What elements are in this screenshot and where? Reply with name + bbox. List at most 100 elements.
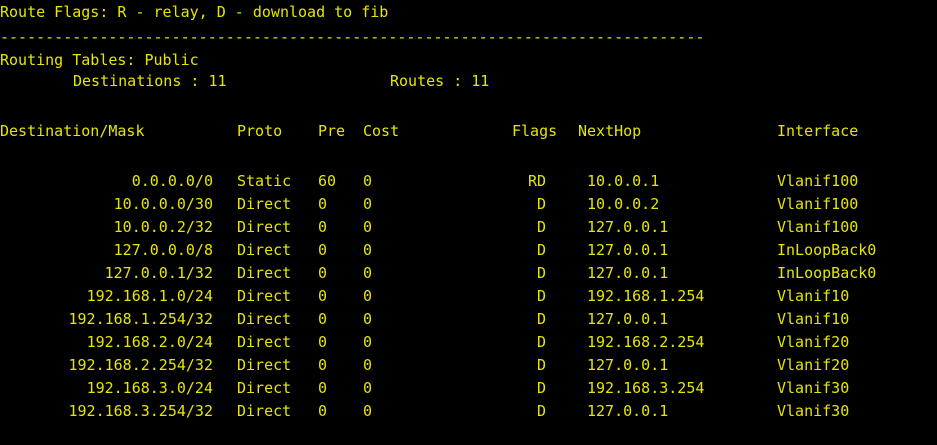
cell-cost: 0 <box>363 241 373 259</box>
table-row: 10.0.0.0/30 Direct 0 0 D 10.0.0.2 Vlanif100 <box>0 194 937 215</box>
terminal-window: Route Flags: R - relay, D - download to … <box>0 0 937 445</box>
cell-flags: D <box>536 402 546 420</box>
cell-cost: 0 <box>363 402 373 420</box>
cell-flags: D <box>536 287 546 305</box>
table-row: 192.168.2.254/32 Direct 0 0 D 127.0.0.1 Vlanif… <box>0 355 937 376</box>
column-header-proto: Proto <box>237 122 283 140</box>
cell-proto: Direct <box>237 356 292 374</box>
table-row: 0.0.0.0/0 Static 60 0 RD 10.0.0.1 Vlanif100 <box>0 171 937 192</box>
cell-destination: 192.168.3.254/32 <box>68 402 214 420</box>
cell-interface: InLoopBack0 <box>777 241 877 259</box>
cell-nexthop: 10.0.0.2 <box>587 195 660 213</box>
cell-proto: Direct <box>237 241 292 259</box>
cell-nexthop: 192.168.2.254 <box>587 333 705 351</box>
cell-flags: D <box>536 333 546 351</box>
cell-flags: D <box>536 264 546 282</box>
table-row: 192.168.1.0/24 Direct 0 0 D 192.168.1.254 Vlan… <box>0 286 937 307</box>
table-row: 127.0.0.0/8 Direct 0 0 D 127.0.0.1 InLoopBack0 <box>0 240 937 261</box>
cell-nexthop: 127.0.0.1 <box>587 402 669 420</box>
cell-pre: 0 <box>318 310 328 328</box>
cell-nexthop: 10.0.0.1 <box>587 172 660 190</box>
cell-proto: Direct <box>237 310 292 328</box>
cell-proto: Direct <box>237 287 292 305</box>
cell-nexthop: 127.0.0.1 <box>587 356 669 374</box>
cell-interface: Vlanif10 <box>777 310 850 328</box>
cell-flags: D <box>536 356 546 374</box>
cell-interface: Vlanif100 <box>777 172 859 190</box>
table-row: 192.168.1.254/32 Direct 0 0 D 127.0.0.1 Vlanif… <box>0 309 937 330</box>
cell-destination: 192.168.2.254/32 <box>68 356 214 374</box>
cell-cost: 0 <box>363 310 373 328</box>
routing-tables-title: Routing Tables: Public <box>0 51 199 69</box>
cell-flags: RD <box>527 172 546 190</box>
route-flags-legend: Route Flags: R - relay, D - download to … <box>0 3 389 21</box>
cell-pre: 0 <box>318 264 328 282</box>
column-header-nexthop: NextHop <box>578 122 642 140</box>
cell-destination: 10.0.0.2/32 <box>113 218 213 236</box>
cell-pre: 0 <box>318 402 328 420</box>
cell-destination: 192.168.3.0/24 <box>86 379 213 397</box>
cell-flags: D <box>536 379 546 397</box>
cell-pre: 0 <box>318 333 328 351</box>
cell-proto: Direct <box>237 264 292 282</box>
cell-destination: 0.0.0.0/0 <box>131 172 213 190</box>
cell-interface: Vlanif20 <box>777 356 850 374</box>
column-header-pre: Pre <box>318 122 346 140</box>
cell-flags: D <box>536 310 546 328</box>
cell-pre: 0 <box>318 195 328 213</box>
cell-flags: D <box>536 241 546 259</box>
cell-destination: 127.0.0.0/8 <box>113 241 213 259</box>
cell-destination: 10.0.0.0/30 <box>113 195 213 213</box>
table-row: 192.168.2.0/24 Direct 0 0 D 192.168.2.254 Vlan… <box>0 332 937 353</box>
column-header-cost: Cost <box>363 122 400 140</box>
cell-cost: 0 <box>363 218 373 236</box>
cell-nexthop: 127.0.0.1 <box>587 310 669 328</box>
table-row: 192.168.3.254/32 Direct 0 0 D 127.0.0.1 Vlanif… <box>0 401 937 422</box>
cell-flags: D <box>536 195 546 213</box>
cell-pre: 0 <box>318 356 328 374</box>
cell-destination: 127.0.0.1/32 <box>104 264 213 282</box>
cell-cost: 0 <box>363 195 373 213</box>
cell-nexthop: 192.168.1.254 <box>587 287 705 305</box>
cell-interface: Vlanif20 <box>777 333 850 351</box>
cell-pre: 60 <box>318 172 337 190</box>
cell-proto: Direct <box>237 333 292 351</box>
cell-cost: 0 <box>363 172 373 190</box>
destinations-count: Destinations : 11 <box>73 72 227 90</box>
cell-flags: D <box>536 218 546 236</box>
cell-destination: 192.168.1.254/32 <box>68 310 214 328</box>
table-header: Destination/Mask Proto Pre Cost Flags Ne… <box>0 121 937 142</box>
table-row: 10.0.0.2/32 Direct 0 0 D 127.0.0.1 Vlanif100 <box>0 217 937 238</box>
cell-interface: Vlanif100 <box>777 195 859 213</box>
cell-cost: 0 <box>363 379 373 397</box>
cell-proto: Direct <box>237 195 292 213</box>
cell-interface: Vlanif10 <box>777 287 850 305</box>
cell-nexthop: 192.168.3.254 <box>587 379 705 397</box>
cell-proto: Direct <box>237 379 292 397</box>
cell-cost: 0 <box>363 264 373 282</box>
separator-line: ----------------------------------------… <box>0 28 705 46</box>
cell-cost: 0 <box>363 287 373 305</box>
column-header-interface: Interface <box>777 122 859 140</box>
cell-destination: 192.168.1.0/24 <box>86 287 213 305</box>
cell-nexthop: 127.0.0.1 <box>587 218 669 236</box>
cell-nexthop: 127.0.0.1 <box>587 264 669 282</box>
cell-interface: Vlanif30 <box>777 379 850 397</box>
cell-pre: 0 <box>318 287 328 305</box>
cell-proto: Static <box>237 172 292 190</box>
cell-pre: 0 <box>318 241 328 259</box>
cell-interface: Vlanif100 <box>777 218 859 236</box>
routes-count: Routes : 11 <box>390 72 490 90</box>
table-row: 192.168.3.0/24 Direct 0 0 D 192.168.3.254 Vlan… <box>0 378 937 399</box>
cell-cost: 0 <box>363 333 373 351</box>
column-header-destination: Destination/Mask <box>0 122 145 140</box>
cell-proto: Direct <box>237 218 292 236</box>
cell-pre: 0 <box>318 218 328 236</box>
column-header-flags: Flags <box>512 122 558 140</box>
cell-interface: Vlanif30 <box>777 402 850 420</box>
cell-destination: 192.168.2.0/24 <box>86 333 213 351</box>
cell-cost: 0 <box>363 356 373 374</box>
cell-proto: Direct <box>237 402 292 420</box>
cell-nexthop: 127.0.0.1 <box>587 241 669 259</box>
cell-interface: InLoopBack0 <box>777 264 877 282</box>
